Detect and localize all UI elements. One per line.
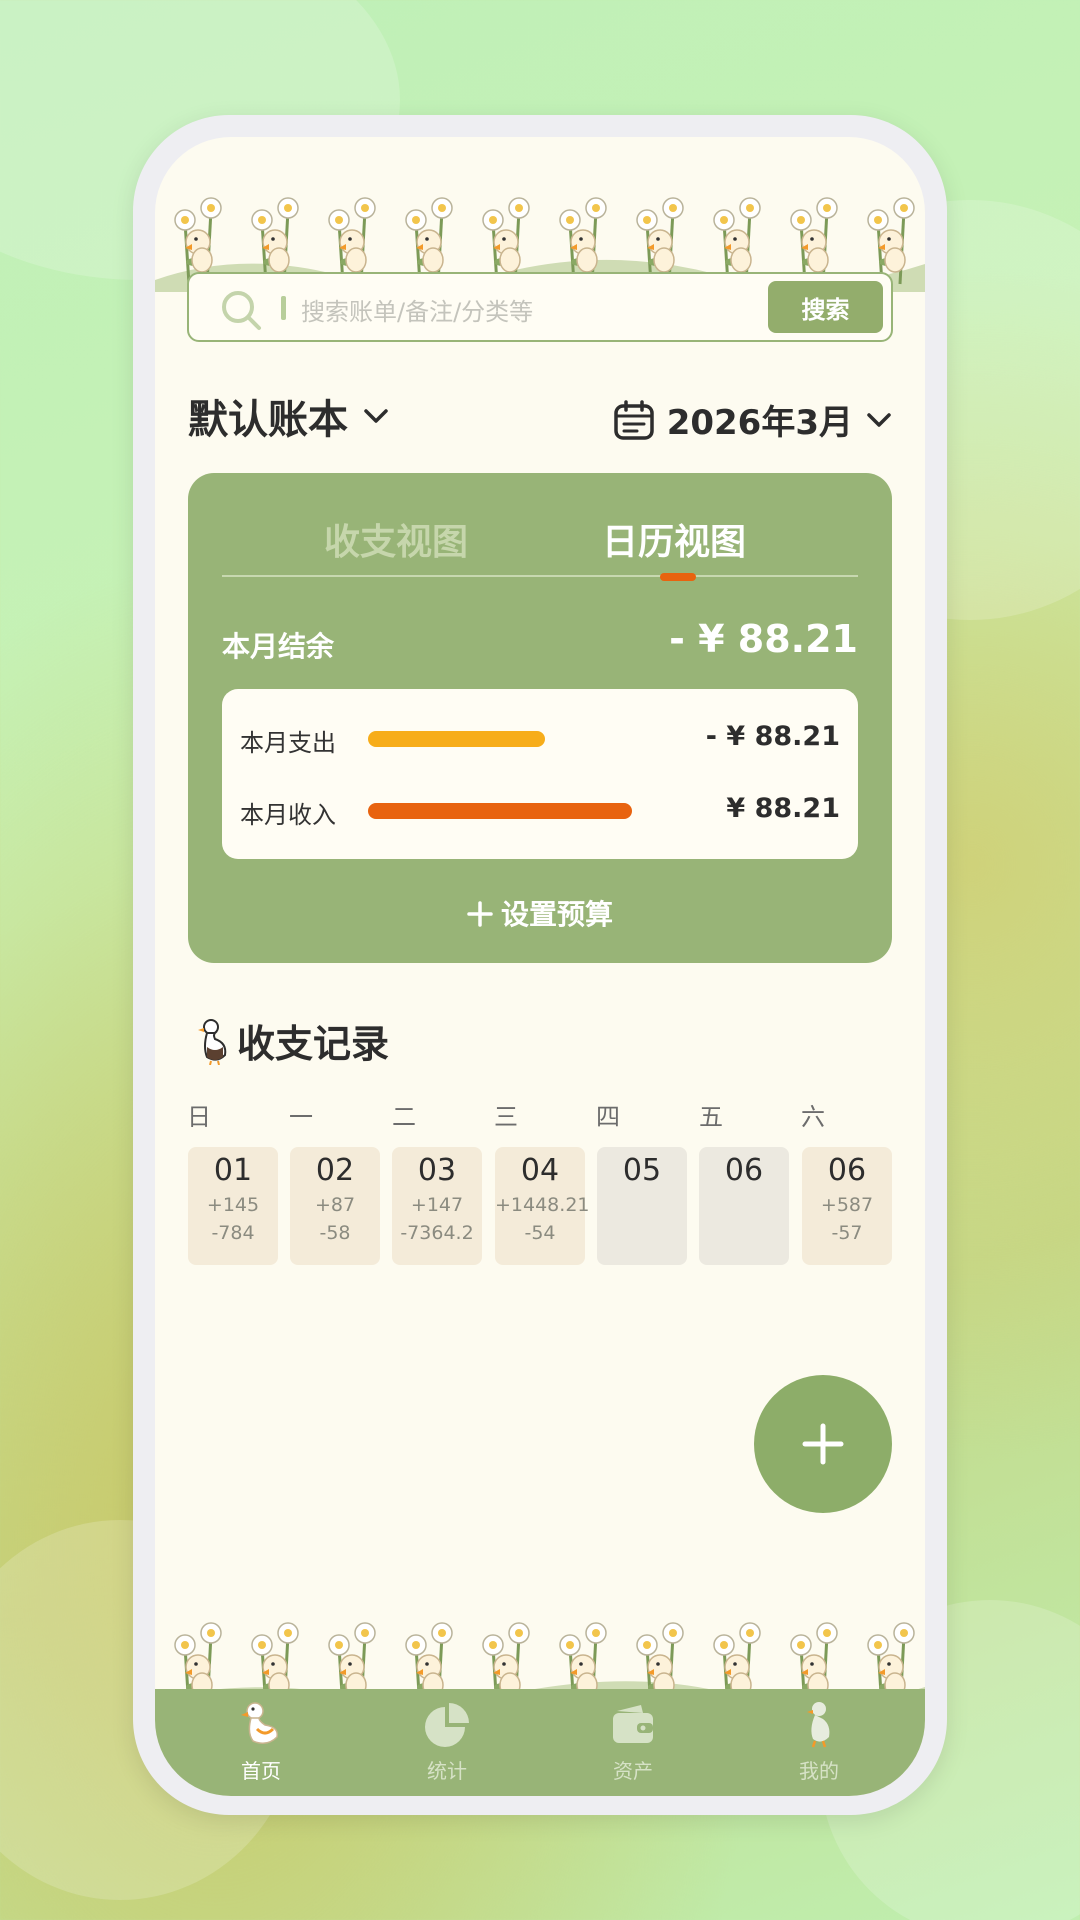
balance-label: 本月结余 [222, 630, 335, 663]
goose-home-icon [241, 1702, 278, 1744]
records-section-title: 收支记录 [193, 1013, 389, 1068]
income-label: 本月收入 [240, 801, 336, 829]
day-income: +1448.21 [495, 1194, 590, 1216]
tab-calendar-view[interactable]: 日历视图 [602, 513, 746, 565]
calendar-day-cell[interactable]: 06 +587 -57 [802, 1147, 892, 1265]
weekday-mon: 一 [289, 1103, 313, 1131]
pie-chart-icon [425, 1703, 469, 1747]
set-budget-button[interactable]: 设置预算 [188, 893, 892, 933]
tab-home[interactable]: 首页 [201, 1699, 321, 1784]
chevron-down-icon [364, 409, 388, 423]
goose-profile-icon [807, 1702, 830, 1748]
day-number: 06 [724, 1153, 764, 1188]
day-expense: -57 [831, 1222, 863, 1244]
weekday-sun: 日 [187, 1103, 211, 1131]
tab-divider [222, 575, 858, 577]
income-expense-breakdown: 本月支出 - ¥ 88.21 本月收入 ¥ 88.21 [222, 689, 858, 859]
goose-icon [198, 1018, 227, 1065]
tab-assets-label: 资产 [613, 1759, 653, 1783]
calendar-day-cell[interactable]: 02 +87 -58 [290, 1147, 380, 1265]
tab-home-label: 首页 [241, 1759, 281, 1783]
tab-statistics[interactable]: 统计 [387, 1699, 507, 1784]
day-expense: -7364.2 [400, 1222, 474, 1244]
month-label: 2026年3月 [666, 403, 853, 443]
day-number: 04 [520, 1153, 560, 1188]
monthly-summary-card: 收支视图 日历视图 本月结余 - ¥ 88.21 本月支出 - ¥ 88.21 … [188, 473, 892, 963]
search-button[interactable]: 搜索 [768, 281, 883, 333]
expense-progress-bar [368, 731, 545, 747]
bottom-tab-bar: 首页 统计 资产 我的 [155, 1689, 925, 1796]
search-bar[interactable]: 搜索账单/备注/分类等 搜索 [187, 272, 893, 342]
calendar-day-cell[interactable]: 06 [699, 1147, 789, 1265]
records-title-text: 收支记录 [237, 1022, 390, 1066]
day-expense: -784 [211, 1222, 255, 1244]
calendar-day-cell[interactable]: 04 +1448.21 -54 [495, 1147, 590, 1265]
search-input[interactable]: 搜索账单/备注/分类等 [301, 292, 533, 327]
day-number: 02 [315, 1153, 355, 1188]
app-screen: 搜索账单/备注/分类等 搜索 默认账本 2026年3月 收支视图 日历视图 本月… [155, 137, 925, 1796]
expense-label: 本月支出 [240, 729, 336, 757]
day-number: 01 [213, 1153, 253, 1188]
expense-value: - ¥ 88.21 [705, 721, 840, 752]
search-caret [281, 296, 286, 320]
plus-icon [467, 901, 493, 927]
day-expense: -58 [319, 1222, 351, 1244]
calendar-icon [613, 399, 654, 440]
day-number: 06 [827, 1153, 867, 1188]
set-budget-label: 设置预算 [500, 898, 613, 931]
weekday-thu: 四 [596, 1103, 620, 1131]
tab-income-expense-view[interactable]: 收支视图 [324, 513, 468, 565]
calendar-day-cell[interactable]: 05 [597, 1147, 687, 1265]
active-tab-indicator [660, 573, 696, 581]
weekday-sat: 六 [801, 1103, 825, 1131]
balance-value: - ¥ 88.21 [669, 617, 858, 661]
expense-row: 本月支出 - ¥ 88.21 [240, 719, 840, 759]
day-number: 03 [417, 1153, 457, 1188]
income-progress-bar [368, 803, 632, 819]
chevron-down-icon [867, 412, 891, 427]
tab-profile-label: 我的 [799, 1759, 839, 1783]
day-income: +147 [410, 1194, 464, 1216]
day-income: +587 [820, 1194, 874, 1216]
tab-profile[interactable]: 我的 [759, 1699, 879, 1784]
account-book-selector[interactable]: 默认账本 [188, 387, 390, 445]
day-expense: -54 [524, 1222, 556, 1244]
weekday-fri: 五 [699, 1103, 723, 1131]
month-picker[interactable]: 2026年3月 [613, 395, 893, 444]
day-income: +145 [206, 1194, 260, 1216]
tab-statistics-label: 统计 [427, 1759, 467, 1783]
tab-assets[interactable]: 资产 [573, 1699, 693, 1784]
calendar-day-cell[interactable]: 01 +145 -784 [188, 1147, 278, 1265]
income-value: ¥ 88.21 [726, 793, 840, 824]
income-row: 本月收入 ¥ 88.21 [240, 791, 840, 831]
add-record-button[interactable] [754, 1375, 892, 1513]
wallet-icon [613, 1705, 653, 1743]
weekday-wed: 三 [494, 1103, 518, 1131]
plus-icon [802, 1423, 844, 1465]
account-book-name: 默认账本 [188, 397, 348, 443]
search-icon [222, 291, 261, 330]
weekday-tue: 二 [392, 1103, 416, 1131]
calendar-day-cell[interactable]: 03 +147 -7364.2 [392, 1147, 482, 1265]
day-income: +87 [314, 1194, 356, 1216]
day-number: 05 [622, 1153, 662, 1188]
